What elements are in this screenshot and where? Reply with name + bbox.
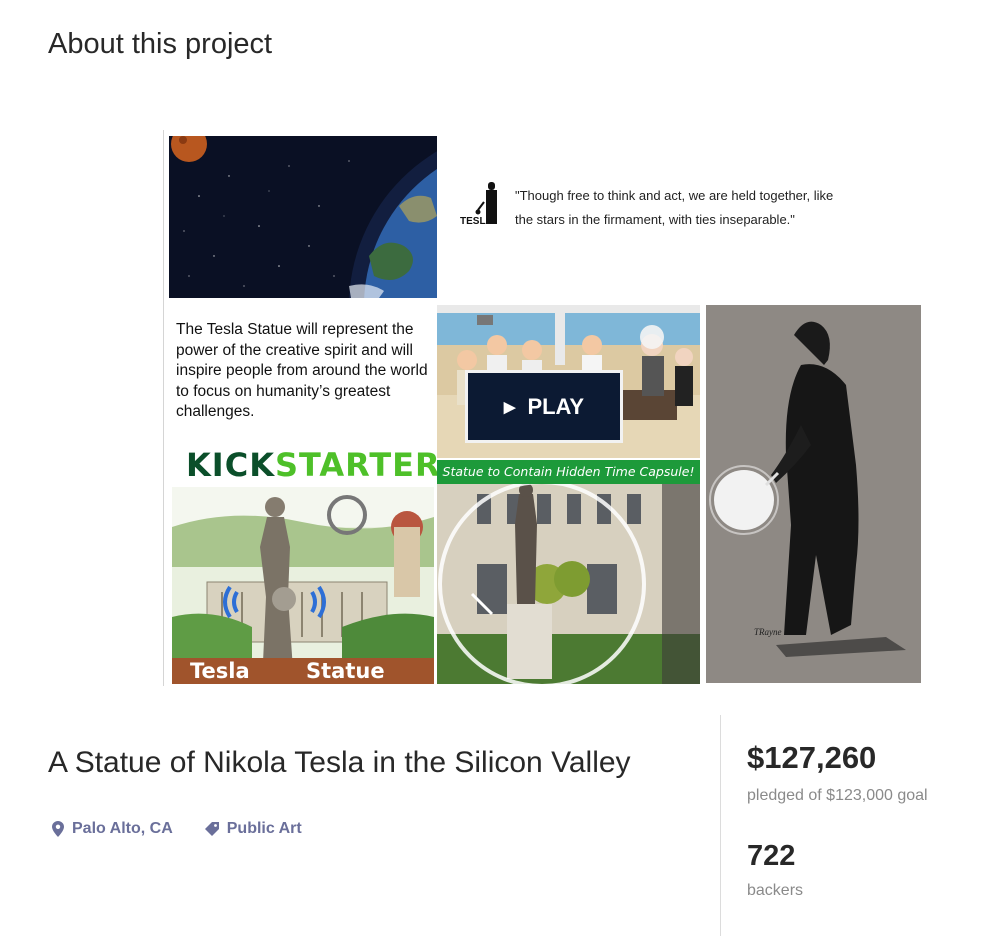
category-link[interactable]: Public Art [204,820,302,838]
play-icon: ▶ [503,398,516,416]
category-label: Public Art [226,820,302,837]
project-description: The Tesla Statue will represent the powe… [176,321,428,420]
tesla-statue-illustration: Tesla Statue [172,487,434,684]
map-pin-icon [52,821,64,837]
quote-line-2: the stars in the firmament, with ties in… [515,212,795,227]
earth-space-image [169,136,437,298]
project-meta: Palo Alto, CA Public Art [52,820,302,838]
pledged-amount: $127,260 [747,740,877,775]
pledged-goal-text: pledged of $123,000 goal [747,787,928,804]
tesla-quote: TESLA "Though free to think and act, we … [460,178,890,238]
tesla-logo-text: TESLA [460,216,493,227]
play-label: PLAY [527,393,585,419]
tesla-sketch-drawing: TRayne [706,305,921,683]
collage-left-border [163,130,164,686]
backers-label: backers [747,882,804,899]
statue-label-right: Statue [306,659,385,683]
location-link[interactable]: Palo Alto, CA [52,820,173,838]
tesla-silhouette-logo: TESLA [460,182,497,227]
statue-site-photo [437,484,700,684]
kickstarter-logo-kick: KICK [186,446,275,484]
tesla-statue-label: Tesla Statue [172,658,434,684]
backers-count: 722 [747,840,796,872]
sketch-signature: TRayne [754,627,782,637]
kickstarter-logo: KICKSTARTER [186,446,441,484]
quote-line-1: "Though free to think and act, we are he… [515,188,834,203]
play-video-button[interactable]: ▶ PLAY [465,370,623,443]
tag-icon [204,822,219,836]
project-title: A Statue of Nikola Tesla in the Silicon … [48,746,631,779]
stats-divider [720,715,721,936]
statue-label-left: Tesla [190,659,250,683]
location-label: Palo Alto, CA [72,820,173,837]
section-heading: About this project [48,28,273,60]
time-capsule-banner: Statue to Contain Hidden Time Capsule! [437,460,700,484]
kickstarter-logo-starter: STARTER [274,446,441,484]
